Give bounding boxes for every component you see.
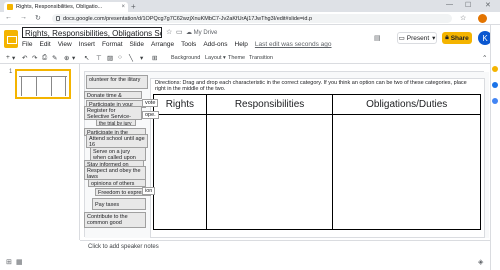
text-box-icon[interactable]: ⊤ [96, 54, 102, 62]
transition-button[interactable]: Transition [249, 55, 273, 61]
card-donate[interactable]: Donate time & money [84, 91, 142, 99]
card-attend-school[interactable]: Attend school until age 16 [86, 134, 148, 148]
card-respect-laws[interactable]: Respect and obey the laws [84, 166, 146, 180]
thumb-header-line [19, 76, 67, 77]
header-responsibilities[interactable]: Responsibilities [205, 94, 334, 115]
header-rights[interactable]: Rights [153, 94, 207, 115]
menu-addons[interactable]: Add-ons [203, 41, 227, 48]
explore-icon[interactable]: ◈ [478, 258, 483, 266]
card-selective-service[interactable]: Register for Selective Service- males 18… [84, 106, 142, 120]
filmstrip-view-icon[interactable]: ▦ [16, 258, 23, 266]
share-button[interactable]: 🔒︎ Share [442, 32, 472, 44]
new-tab-button[interactable]: + [131, 2, 136, 11]
reload-icon[interactable]: ↻ [35, 14, 41, 22]
maximize-icon[interactable]: ☐ [465, 1, 471, 9]
thumb-col-line [36, 76, 37, 96]
comments-icon[interactable]: ▤ [374, 34, 381, 42]
lock-icon [56, 16, 60, 21]
select-icon[interactable]: ↖ [84, 54, 89, 62]
background-button[interactable]: Background [171, 55, 200, 61]
slides-favicon-icon [7, 4, 13, 10]
calendar-icon[interactable] [492, 98, 498, 104]
menu-slide[interactable]: Slide [130, 41, 144, 48]
thumb-col-line [21, 76, 22, 96]
shape-icon[interactable]: ○ [118, 54, 122, 61]
card-volunteer[interactable]: olunteer for the ilitary [86, 75, 148, 89]
url-text: docs.google.com/presentation/d/1OPQcg7g7… [63, 15, 313, 22]
card-vote-fragment[interactable]: vote [142, 99, 159, 107]
menu-arrange[interactable]: Arrange [151, 41, 174, 48]
cloud-icon: ☁ [186, 30, 192, 36]
slide-number: 1 [9, 69, 13, 75]
close-window-icon[interactable]: ✕ [485, 1, 491, 9]
theme-button[interactable]: Theme [228, 55, 245, 61]
print-icon[interactable]: ⎙ [42, 54, 47, 62]
document-title-input[interactable]: Rights, Responsibilities, Obligations So… [22, 27, 162, 38]
menu-view[interactable]: View [58, 41, 72, 48]
last-edit-link[interactable]: Last edit was seconds ago [255, 41, 332, 48]
card-common-good[interactable]: Contribute to the common good [84, 212, 146, 228]
redo-icon[interactable]: ↷ [32, 54, 37, 62]
menu-bar: File Edit View Insert Format Slide Arran… [22, 41, 332, 48]
rights-cell[interactable] [153, 114, 207, 230]
comment-add-icon[interactable]: ⊞ [152, 54, 157, 62]
slides-logo-icon[interactable] [4, 30, 18, 48]
menu-edit[interactable]: Edit [39, 41, 50, 48]
paint-format-icon[interactable]: ✎ [52, 54, 57, 62]
minimize-icon[interactable]: — [446, 1, 453, 8]
responsibilities-cell[interactable] [205, 114, 334, 230]
menu-format[interactable]: Format [102, 41, 123, 48]
tab-close-icon[interactable]: × [121, 4, 125, 10]
drive-location[interactable]: ☁ My Drive [186, 29, 217, 36]
lock-icon: 🔒︎ [445, 34, 449, 41]
undo-icon[interactable]: ↶ [22, 54, 27, 62]
speaker-notes-placeholder[interactable]: Click to add speaker notes [88, 244, 159, 250]
menu-file[interactable]: File [22, 41, 32, 48]
browser-tab[interactable]: Rights, Responsibilities, Obligatio... × [4, 2, 128, 12]
browser-profile-avatar[interactable] [478, 14, 487, 23]
directions-text[interactable]: Directions: Drag and drop each character… [155, 80, 475, 92]
header-obligations[interactable]: Obligations/Duties [332, 94, 481, 115]
bookmark-star-icon[interactable]: ☆ [460, 14, 466, 22]
sort-table[interactable]: Rights Responsibilities Obligations/Duti… [153, 94, 481, 230]
side-panel [490, 25, 500, 270]
image-icon[interactable]: ▨ [107, 54, 113, 62]
line-icon[interactable]: ╲ [129, 54, 133, 62]
new-slide-icon[interactable]: + [6, 54, 10, 61]
thumb-col-line [51, 76, 52, 96]
card-serve-jury[interactable]: Serve on a jury when called upon [90, 147, 146, 161]
menu-tools[interactable]: Tools [181, 41, 196, 48]
present-label: Present [406, 34, 430, 42]
card-ope-fragment[interactable]: ope. [142, 111, 159, 119]
card-trial-by-jury[interactable]: the trial by jury [96, 119, 136, 126]
obligations-cell[interactable] [332, 114, 481, 230]
url-field[interactable]: docs.google.com/presentation/d/1OPQcg7g7… [52, 14, 452, 23]
menu-insert[interactable]: Insert [79, 41, 95, 48]
new-slide-dropdown-icon[interactable]: ▾ [12, 54, 15, 62]
grid-view-icon[interactable]: ⊞ [6, 258, 12, 266]
present-icon: ▭ [398, 35, 405, 42]
tab-title: Rights, Responsibilities, Obligatio... [16, 4, 103, 10]
chevron-down-icon[interactable]: ▾ [432, 34, 435, 42]
star-icon[interactable]: ☆ [166, 28, 172, 36]
keep-icon[interactable] [492, 66, 498, 72]
line-dropdown-icon[interactable]: ▾ [140, 54, 143, 62]
zoom-dropdown-icon[interactable]: ▾ [72, 54, 75, 62]
tasks-icon[interactable] [492, 82, 498, 88]
card-pay-taxes[interactable]: Pay taxes [92, 198, 146, 210]
drive-label: My Drive [193, 30, 218, 36]
move-folder-icon[interactable]: ▭ [176, 28, 183, 36]
layout-button[interactable]: Layout ▾ [205, 55, 226, 61]
forward-icon[interactable]: → [20, 14, 27, 21]
thumb-col-line [65, 76, 66, 96]
zoom-icon[interactable]: ⊕ [64, 54, 69, 62]
card-ion-fragment[interactable]: ion [142, 187, 156, 195]
slide-thumbnail[interactable] [15, 69, 71, 99]
back-icon[interactable]: ← [5, 14, 12, 21]
present-button[interactable]: ▭ Present ▾ [397, 32, 437, 44]
share-label: Share [450, 34, 469, 42]
menu-help[interactable]: Help [235, 41, 248, 48]
collapse-toolbar-icon[interactable]: ⌃ [482, 54, 487, 62]
card-opinions[interactable]: opinions of others [88, 179, 146, 187]
